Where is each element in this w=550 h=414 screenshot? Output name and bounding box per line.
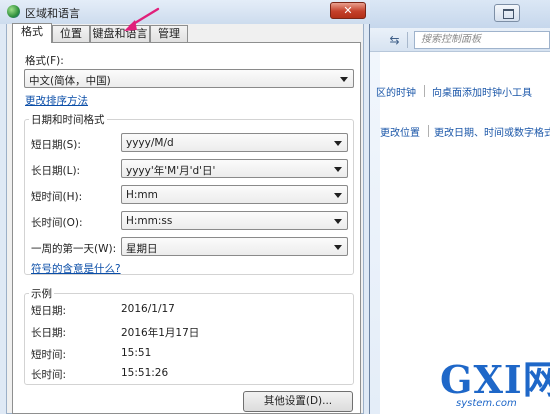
example-short-time-value: 15:51 [121,347,152,359]
symbols-meaning-link[interactable]: 符号的含意是什么? [31,261,121,276]
example-long-time-value: 15:51:26 [121,367,169,379]
first-day-of-week-value: 星期日 [126,243,158,255]
example-long-date-label: 长日期: [31,327,67,339]
short-time-label: 短时间(H): [31,191,83,203]
first-day-of-week-select[interactable]: 星期日 [121,237,348,256]
chevron-down-icon [334,245,342,250]
example-short-date-value: 2016/1/17 [121,303,175,315]
short-time-value: H:mm [126,189,158,201]
example-short-time-label: 短时间: [31,349,67,361]
link-separator [428,125,429,137]
dialog-titlebar: 区域和语言 ✕ [0,0,370,24]
search-input[interactable]: 搜索控制面板 [414,31,550,49]
control-panel-titlebar [370,0,550,28]
short-date-select[interactable]: yyyy/M/d [121,133,348,152]
example-group-title: 示例 [29,286,54,301]
tab-formats[interactable]: 格式 [12,23,52,43]
example-long-time-label: 长时间: [31,369,67,381]
long-date-label: 长日期(L): [31,165,81,177]
long-date-select[interactable]: yyyy'年'M'月'd'日' [121,159,348,178]
short-date-label: 短日期(S): [31,139,81,151]
link-separator [424,85,425,97]
chevron-down-icon [340,77,348,82]
watermark-letters: GXI网 [440,357,550,402]
tab-location[interactable]: 位置 [52,25,90,42]
short-time-select[interactable]: H:mm [121,185,348,204]
chevron-down-icon [334,167,342,172]
long-date-value: yyyy'年'M'月'd'日' [126,165,216,177]
long-time-value: H:mm:ss [126,215,173,227]
chevron-down-icon [334,141,342,146]
formats-tab-page: 格式(F): 中文(简体，中国) 更改排序方法 日期和时间格式 短日期(S): … [12,42,361,414]
close-button[interactable]: ✕ [330,2,366,19]
datetime-format-group-title: 日期和时间格式 [29,112,107,127]
globe-icon [7,5,20,18]
long-time-select[interactable]: H:mm:ss [121,211,348,230]
change-location-link[interactable]: 更改位置 [380,124,420,139]
format-label: 格式(F): [25,55,64,67]
dialog-title: 区域和语言 [25,7,80,20]
example-short-date-label: 短日期: [31,305,67,317]
maximize-button[interactable] [494,4,520,22]
chevron-down-icon [334,193,342,198]
long-time-label: 长时间(O): [31,217,83,229]
watermark-logo: GXI网 system.com [436,360,550,414]
first-day-of-week-label: 一周的第一天(W): [31,243,117,255]
example-long-date-value: 2016年1月17日 [121,327,200,339]
change-date-format-link[interactable]: 更改日期、时间或数字格式 [434,124,550,139]
control-panel-address-bar: ⇆ 搜索控制面板 [370,28,550,52]
change-sort-method-link[interactable]: 更改排序方法 [25,93,88,108]
format-select-value: 中文(简体，中国) [29,75,111,87]
chevron-down-icon [334,219,342,224]
refresh-arrows-icon[interactable]: ⇆ [382,32,408,48]
add-clock-gadget-link[interactable]: 向桌面添加时钟小工具 [432,84,532,99]
short-date-value: yyyy/M/d [126,137,174,149]
clock-link[interactable]: 区的时钟 [376,84,416,99]
watermark-sub: system.com [456,398,517,409]
control-panel-left-stripe [370,52,380,414]
annotation-arrow-icon [124,7,160,31]
other-settings-button[interactable]: 其他设置(D)... [243,391,353,412]
format-select[interactable]: 中文(简体，中国) [24,69,354,88]
region-language-dialog: 区域和语言 ✕ 格式 位置 键盘和语言 管理 格式(F): 中文(简体，中国) … [0,0,370,414]
